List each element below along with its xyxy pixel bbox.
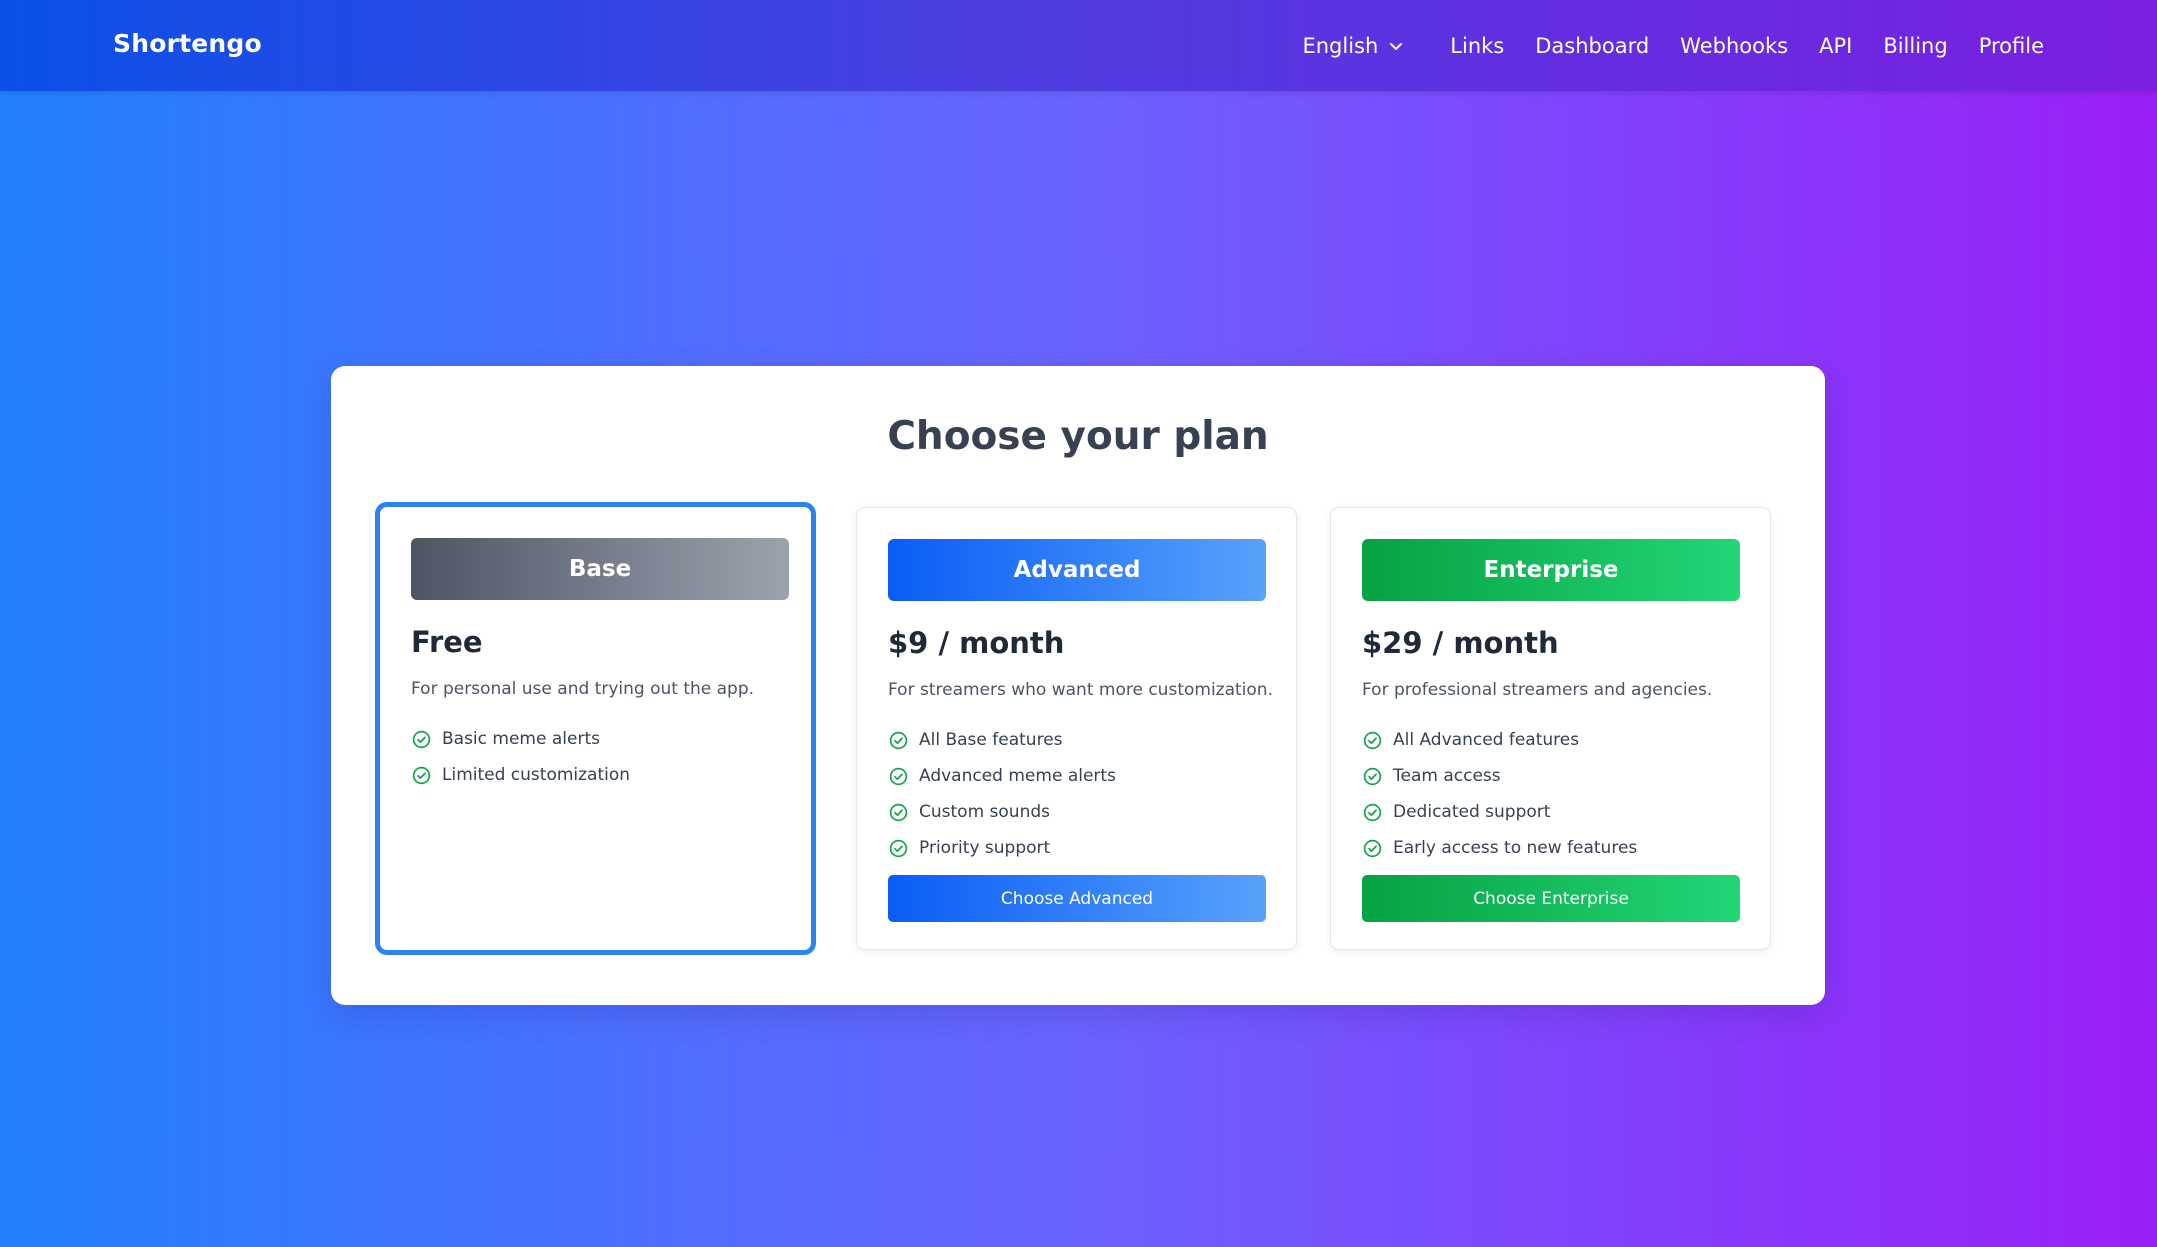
nav-link-dashboard[interactable]: Dashboard [1535, 34, 1649, 58]
plan-price: $29 / month [1362, 626, 1559, 660]
feature-label: Custom sounds [919, 802, 1050, 822]
feature-label: Limited customization [442, 765, 631, 785]
plan-selection-card: Choose your plan Base Free For personal … [331, 366, 1825, 1005]
feature-list: All Base features Advanced meme alerts C… [888, 722, 1116, 866]
brand-logo[interactable]: Shortengo [113, 0, 262, 91]
plan-card-enterprise[interactable]: Enterprise $29 / month For professional … [1330, 507, 1771, 950]
feature-label: Early access to new features [1393, 838, 1638, 858]
feature-item: Basic meme alerts [411, 721, 630, 757]
plan-description: For professional streamers and agencies. [1362, 680, 1713, 700]
check-circle-icon [412, 766, 431, 784]
plan-description: For streamers who want more customizatio… [888, 680, 1273, 700]
feature-item: All Base features [888, 722, 1116, 758]
plan-header-advanced: Advanced [888, 539, 1266, 601]
feature-label: Team access [1393, 766, 1501, 786]
feature-item: Custom sounds [888, 794, 1116, 830]
nav-link-links[interactable]: Links [1450, 34, 1504, 58]
check-circle-icon [1363, 803, 1382, 821]
choose-enterprise-button[interactable]: Choose Enterprise [1362, 875, 1740, 922]
choose-advanced-button[interactable]: Choose Advanced [888, 875, 1266, 922]
feature-item: Early access to new features [1362, 830, 1637, 866]
top-navbar: Shortengo English Links Dashboard Webhoo… [0, 0, 2157, 91]
plan-header-base: Base [411, 538, 789, 600]
page-title: Choose your plan [887, 414, 1269, 459]
nav-link-billing[interactable]: Billing [1883, 34, 1947, 58]
feature-item: Dedicated support [1362, 794, 1637, 830]
plan-description: For personal use and trying out the app. [411, 679, 755, 699]
check-circle-icon [412, 730, 431, 748]
check-circle-icon [889, 767, 908, 785]
nav-link-profile[interactable]: Profile [1979, 34, 2044, 58]
plan-card-base[interactable]: Base Free For personal use and trying ou… [375, 502, 816, 955]
check-circle-icon [889, 839, 908, 857]
feature-item: Team access [1362, 758, 1637, 794]
plan-price: $9 / month [888, 626, 1065, 660]
check-circle-icon [1363, 767, 1382, 785]
feature-item: All Advanced features [1362, 722, 1637, 758]
feature-item: Priority support [888, 830, 1116, 866]
feature-list: All Advanced features Team access Dedica… [1362, 722, 1637, 866]
feature-label: Priority support [919, 838, 1051, 858]
feature-item: Limited customization [411, 757, 630, 793]
feature-label: Dedicated support [1393, 802, 1551, 822]
plan-header-enterprise: Enterprise [1362, 539, 1740, 601]
nav-menu: English Links Dashboard Webhooks API Bil… [1302, 0, 2044, 91]
feature-label: Advanced meme alerts [919, 766, 1116, 786]
nav-link-webhooks[interactable]: Webhooks [1680, 34, 1788, 58]
feature-label: Basic meme alerts [442, 729, 600, 749]
feature-label: All Base features [919, 730, 1063, 750]
language-selector[interactable]: English [1302, 34, 1404, 58]
check-circle-icon [889, 803, 908, 821]
nav-link-api[interactable]: API [1819, 34, 1852, 58]
plan-card-advanced[interactable]: Advanced $9 / month For streamers who wa… [856, 507, 1297, 950]
plan-price: Free [411, 625, 483, 659]
language-label: English [1302, 33, 1379, 58]
check-circle-icon [889, 731, 908, 749]
feature-list: Basic meme alerts Limited customization [411, 721, 630, 793]
check-circle-icon [1363, 731, 1382, 749]
feature-item: Advanced meme alerts [888, 758, 1116, 794]
feature-label: All Advanced features [1393, 730, 1580, 750]
check-circle-icon [1363, 839, 1382, 857]
chevron-down-icon [1390, 42, 1403, 50]
